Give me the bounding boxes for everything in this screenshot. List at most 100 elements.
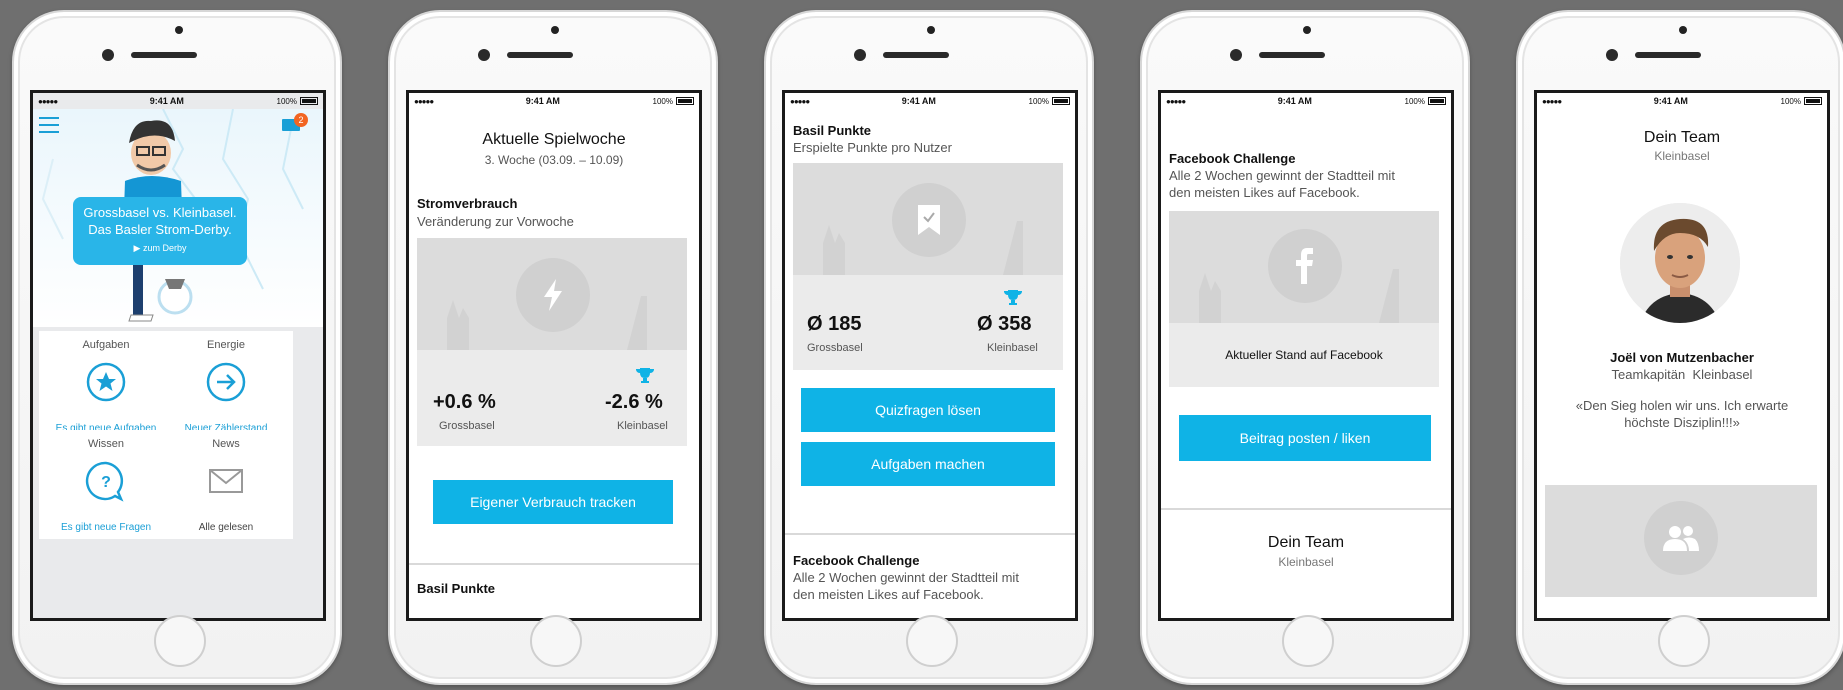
fb-text-line-2: den meisten Likes auf Facebook.	[793, 587, 984, 602]
status-bar: ●●●●● 9:41 AM 100%	[1161, 93, 1451, 109]
page-title: Aktuelle Spielwoche	[482, 131, 626, 148]
home-button[interactable]	[1282, 615, 1334, 667]
kleinbasel-value: -2.6 %	[605, 391, 663, 413]
page-title: Dein Team	[1643, 129, 1721, 146]
status-bar: ●●●●● 9:41 AM 100%	[1537, 93, 1827, 109]
menu-icon[interactable]	[39, 117, 59, 133]
tile-subtitle: Alle gelesen	[198, 522, 254, 533]
screen-home: ●●●●● 9:41 AM 100% 2 Grossbasel vs. Klei…	[30, 90, 326, 621]
tile-news[interactable]: News Alle gelesen	[159, 430, 293, 539]
section-subtitle: Erspielte Punkte pro Nutzer	[793, 140, 952, 155]
phone-frame-1: ●●●●● 9:41 AM 100% 2 Grossbasel vs. Klei…	[12, 10, 342, 685]
kleinbasel-value: Ø 358	[977, 313, 1032, 335]
front-sensor	[1303, 26, 1311, 34]
bubble-link[interactable]: ▶ zum Derby	[73, 243, 247, 254]
battery-icon	[1051, 97, 1070, 105]
derby-bubble[interactable]: Grossbasel vs. Kleinbasel. Das Basler St…	[73, 197, 247, 265]
status-time: 9:41 AM	[1277, 96, 1312, 106]
quote-line-1: «Den Sieg holen wir uns. Ich erwarte	[1575, 398, 1789, 413]
group-users-icon	[1644, 501, 1718, 575]
star-icon	[86, 362, 126, 402]
home-button[interactable]	[906, 615, 958, 667]
divider	[1161, 508, 1451, 510]
battery-icon	[675, 97, 694, 105]
signal-indicator: ●●●●●	[414, 96, 434, 106]
kleinbasel-label: Kleinbasel	[987, 342, 1038, 354]
tile-energie[interactable]: Energie Neuer Zählerstand	[159, 331, 293, 440]
battery-indicator: 100%	[1781, 97, 1822, 106]
grossbasel-value: Ø 185	[807, 313, 862, 335]
signal-indicator: ●●●●●	[38, 96, 58, 106]
battery-percent: 100%	[1780, 96, 1801, 106]
battery-icon	[299, 97, 318, 105]
section-title: Stromverbrauch	[417, 196, 518, 211]
battery-percent: 100%	[1028, 96, 1049, 106]
play-arrow-icon: ▶	[133, 243, 143, 253]
text-line-2: den meisten Likes auf Facebook.	[1169, 185, 1360, 200]
text-line-1: Alle 2 Wochen gewinnt der Stadtteil mit	[1169, 168, 1395, 183]
signal-indicator: ●●●●●	[1542, 96, 1562, 106]
status-time: 9:41 AM	[525, 96, 560, 106]
phone-frame-5: ●●●●● 9:41 AM 100% Dein Team Kleinbasel …	[1516, 10, 1843, 685]
status-time: 9:41 AM	[1653, 96, 1688, 106]
bubble-link-label: zum Derby	[142, 243, 187, 253]
arrow-right-circle-icon	[206, 362, 246, 402]
battery-percent: 100%	[276, 96, 297, 106]
home-button[interactable]	[1658, 615, 1710, 667]
front-sensor	[551, 26, 559, 34]
tile-subtitle: Es gibt neue Fragen	[60, 522, 152, 533]
avatar	[1620, 203, 1740, 323]
team-subtitle: Kleinbasel	[1278, 555, 1334, 569]
fb-text-line-1: Alle 2 Wochen gewinnt der Stadtteil mit	[793, 570, 1019, 585]
grossbasel-label: Grossbasel	[807, 342, 863, 354]
screen-basil-punkte: ●●●●● 9:41 AM 100% Basil Punkte Erspielt…	[782, 90, 1078, 621]
lightning-icon	[516, 258, 590, 332]
home-button[interactable]	[154, 615, 206, 667]
team-title: Dein Team	[1267, 534, 1345, 551]
tile-aufgaben[interactable]: Aufgaben Es gibt neue Aufgaben	[39, 331, 173, 440]
unread-badge: 2	[294, 113, 308, 127]
earpiece-speaker	[131, 52, 197, 58]
tasks-button[interactable]: Aufgaben machen	[801, 442, 1055, 486]
grossbasel-label: Grossbasel	[439, 420, 495, 432]
screen-dein-team: ●●●●● 9:41 AM 100% Dein Team Kleinbasel …	[1534, 90, 1830, 621]
captain-role: Teamkapitän Kleinbasel	[1611, 367, 1753, 382]
bubble-line-2: Das Basler Strom-Derby.	[88, 222, 232, 237]
tile-wissen[interactable]: Wissen ? Es gibt neue Fragen	[39, 430, 173, 539]
facebook-status-caption: Aktueller Stand auf Facebook	[1225, 348, 1383, 362]
home-button[interactable]	[530, 615, 582, 667]
status-bar: ●●●●● 9:41 AM 100%	[409, 93, 699, 109]
battery-indicator: 100%	[1405, 97, 1446, 106]
battery-indicator: 100%	[653, 97, 694, 106]
front-camera	[102, 49, 114, 61]
fb-section-title: Facebook Challenge	[793, 553, 920, 568]
front-camera	[478, 49, 490, 61]
status-bar: ●●●●● 9:41 AM 100%	[785, 93, 1075, 109]
quiz-button[interactable]: Quizfragen lösen	[801, 388, 1055, 432]
battery-icon	[1803, 97, 1822, 105]
mail-icon	[209, 469, 243, 493]
battery-indicator: 100%	[277, 97, 318, 106]
earpiece-speaker	[1259, 52, 1325, 58]
bookmark-check-icon	[892, 183, 966, 257]
phone-frame-2: ●●●●● 9:41 AM 100% Aktuelle Spielwoche 3…	[388, 10, 718, 685]
page-subtitle: Kleinbasel	[1654, 149, 1710, 163]
battery-percent: 100%	[1404, 96, 1425, 106]
earpiece-speaker	[507, 52, 573, 58]
kleinbasel-label: Kleinbasel	[617, 420, 668, 432]
phone-frame-4: ●●●●● 9:41 AM 100% Facebook Challenge Al…	[1140, 10, 1470, 685]
post-like-button[interactable]: Beitrag posten / liken	[1179, 415, 1431, 461]
phone-frame-3: ●●●●● 9:41 AM 100% Basil Punkte Erspielt…	[764, 10, 1094, 685]
track-consumption-button[interactable]: Eigener Verbrauch tracken	[433, 480, 673, 524]
front-sensor	[927, 26, 935, 34]
front-camera	[854, 49, 866, 61]
section-title: Facebook Challenge	[1169, 151, 1296, 166]
divider	[409, 563, 699, 565]
battery-indicator: 100%	[1029, 97, 1070, 106]
front-sensor	[175, 26, 183, 34]
tile-title: Wissen	[87, 438, 125, 450]
section-title: Basil Punkte	[793, 123, 872, 138]
quote-line-2: höchste Disziplin!!!»	[1624, 415, 1740, 430]
tile-title: News	[212, 438, 240, 450]
tile-title: Energie	[207, 339, 245, 351]
